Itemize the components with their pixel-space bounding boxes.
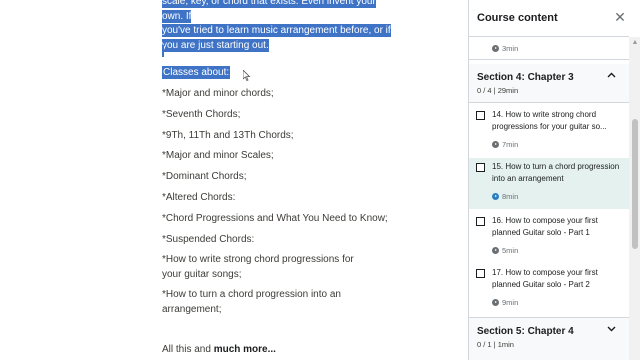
classes-heading: Classes about: bbox=[162, 66, 231, 79]
lecture-duration: 8min bbox=[492, 192, 518, 201]
panel-title: Course content bbox=[477, 12, 558, 24]
lecture-checkbox[interactable] bbox=[476, 217, 485, 226]
classes-heading-line: Classes about: bbox=[162, 66, 231, 81]
play-icon bbox=[492, 247, 499, 254]
more-text: All this and much more... bbox=[162, 343, 276, 358]
section-5-header[interactable]: Section 5: Chapter 4 0 / 1 | 1min bbox=[469, 317, 629, 360]
play-icon bbox=[492, 141, 499, 148]
panel-scrollbar[interactable]: ▲ bbox=[629, 37, 640, 360]
section-title: Section 4: Chapter 3 bbox=[477, 72, 574, 83]
class-item: *Chord Progressions and What You Need to… bbox=[162, 213, 388, 224]
section-4-header[interactable]: Section 4: Chapter 3 0 / 4 | 29min bbox=[469, 64, 629, 103]
intro-line-2: you've tried to learn music arrangement … bbox=[162, 24, 391, 37]
lecture-duration: 7min bbox=[492, 140, 518, 149]
lecture-title: 15. How to turn a chord progression into… bbox=[492, 162, 620, 183]
lecture-item[interactable]: 14. How to write strong chord progressio… bbox=[469, 106, 629, 156]
scrollbar-thumb[interactable] bbox=[632, 119, 638, 249]
class-item: *Suspended Chords: bbox=[162, 234, 255, 245]
play-icon bbox=[492, 45, 499, 52]
lecture-duration: 3min bbox=[492, 44, 518, 53]
duration-text: 5min bbox=[502, 246, 519, 255]
intro-line-3: you are just starting out. bbox=[162, 38, 269, 52]
class-item: *Dominant Chords; bbox=[162, 171, 247, 182]
panel-header: Course content ✕ bbox=[469, 0, 629, 37]
scroll-up-arrow-icon[interactable]: ▲ bbox=[629, 39, 640, 47]
intro-line-1: scale, key, or chord that exists. Even i… bbox=[162, 0, 376, 23]
lecture-checkbox[interactable] bbox=[476, 163, 485, 172]
section-progress: 0 / 4 | 29min bbox=[477, 86, 519, 95]
lecture-duration: 5min bbox=[492, 246, 518, 255]
section-progress: 0 / 1 | 1min bbox=[477, 340, 514, 349]
more-prefix: All this and bbox=[162, 344, 214, 355]
class-item: *Altered Chords: bbox=[162, 192, 236, 203]
chevron-down-icon[interactable] bbox=[607, 324, 616, 335]
lecture-item[interactable]: 17. How to compose your first planned Gu… bbox=[469, 264, 629, 314]
class-item: *Major and minor chords; bbox=[162, 88, 274, 99]
class-item: *How to turn a chord progression into an… bbox=[162, 289, 341, 315]
lecture-title: 14. How to write strong chord progressio… bbox=[492, 110, 607, 131]
previous-lecture[interactable]: 3min bbox=[469, 37, 629, 60]
course-description: scale, key, or chord that exists. Even i… bbox=[0, 0, 468, 360]
play-icon bbox=[492, 299, 499, 306]
lecture-title: 17. How to compose your first planned Gu… bbox=[492, 268, 598, 289]
panel-scroll-area[interactable]: 3min Section 4: Chapter 3 0 / 4 | 29min … bbox=[469, 37, 629, 360]
duration-text: 9min bbox=[502, 298, 519, 307]
more-bold: much more... bbox=[213, 344, 276, 355]
class-item: *Major and minor Scales; bbox=[162, 150, 274, 161]
lecture-title: 16. How to compose your first planned Gu… bbox=[492, 216, 598, 237]
section-title: Section 5: Chapter 4 bbox=[477, 326, 574, 337]
lecture-duration: 9min bbox=[492, 298, 518, 307]
duration-text: 3min bbox=[502, 44, 519, 53]
lecture-item[interactable]: 16. How to compose your first planned Gu… bbox=[469, 212, 629, 262]
class-item: *How to write strong chord progressions … bbox=[162, 254, 354, 280]
course-content-panel: Course content ✕ 3min Section 4: Chapter… bbox=[468, 0, 640, 360]
class-item: *Seventh Chords; bbox=[162, 109, 241, 120]
play-icon bbox=[492, 193, 499, 200]
duration-text: 7min bbox=[502, 140, 519, 149]
chevron-up-icon[interactable] bbox=[607, 70, 616, 81]
text-selection-caret bbox=[162, 45, 164, 57]
close-icon[interactable]: ✕ bbox=[614, 10, 626, 24]
duration-text: 8min bbox=[502, 192, 519, 201]
lecture-checkbox[interactable] bbox=[476, 111, 485, 120]
class-item: *9Th, 11Th and 13Th Chords; bbox=[162, 130, 294, 141]
lecture-item-active[interactable]: 15. How to turn a chord progression into… bbox=[469, 158, 629, 209]
lecture-checkbox[interactable] bbox=[476, 269, 485, 278]
intro-paragraph: scale, key, or chord that exists. Even i… bbox=[162, 0, 394, 53]
